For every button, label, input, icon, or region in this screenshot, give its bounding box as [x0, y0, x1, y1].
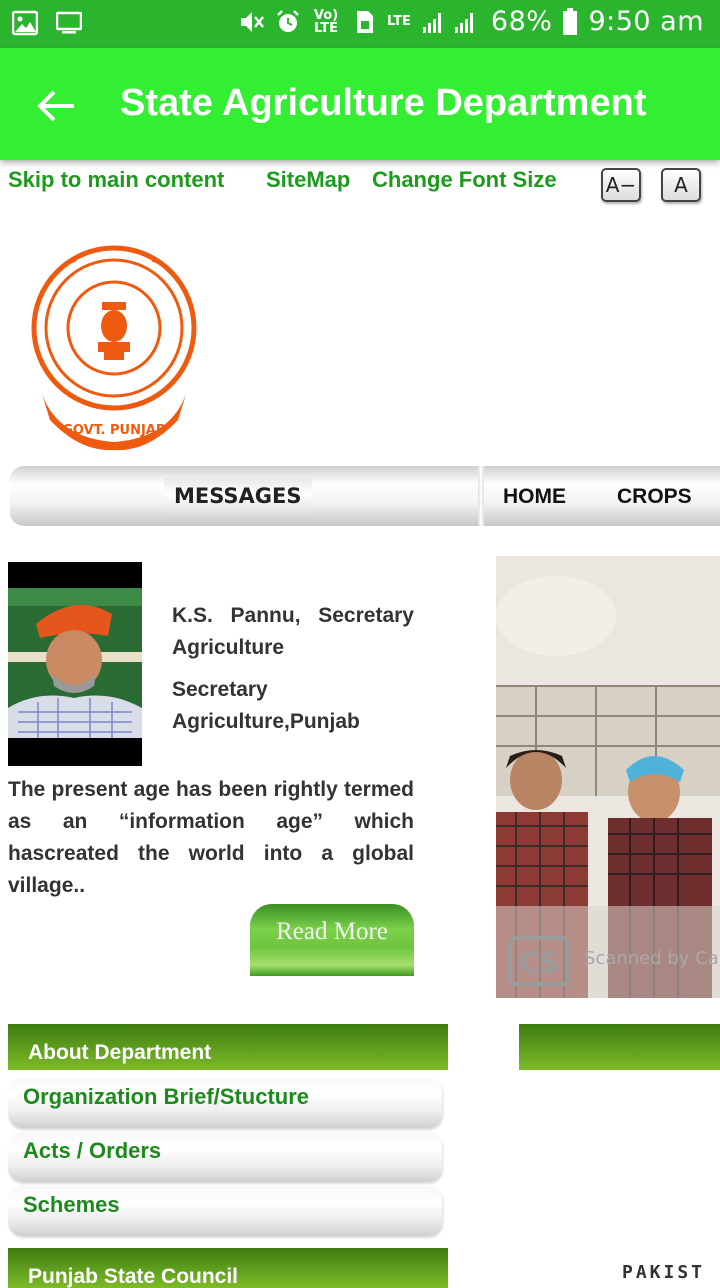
nav-bar [10, 466, 720, 526]
font-normal-button[interactable]: A [661, 168, 701, 202]
image-icon [12, 10, 38, 36]
secretary-portrait [8, 562, 142, 766]
right-section-header [519, 1024, 720, 1070]
sim-icon [357, 10, 374, 33]
punjab-govt-seal-logo: GOVT. PUNJAB [31, 245, 197, 451]
about-department-header: About Department [8, 1024, 448, 1070]
nav-home[interactable]: HOME [503, 485, 566, 509]
volte-label: Vo) LTE [313, 7, 339, 36]
status-right: Vo) LTE LTE 68% 9:50 am [239, 6, 704, 37]
status-left [12, 10, 82, 36]
mute-icon [241, 11, 265, 32]
sitemap-link[interactable]: SiteMap [266, 167, 350, 193]
signal-icon [422, 12, 473, 33]
watermark-logo: CS [518, 946, 559, 979]
change-font-size-label[interactable]: Change Font Size [372, 167, 557, 193]
app-bar: State Agriculture Department [0, 48, 720, 160]
status-bar: Vo) LTE LTE 68% 9:50 am [0, 0, 720, 48]
nav-messages[interactable]: MESSAGES [164, 478, 312, 514]
skip-to-main-link[interactable]: Skip to main content [8, 167, 224, 193]
message-author-role: Secretary Agriculture,Punjab [172, 678, 360, 733]
nav-divider [478, 466, 484, 526]
lte-label: LTE [387, 14, 411, 29]
app-title: State Agriculture Department [120, 82, 647, 124]
seal-text: GOVT. PUNJAB [62, 423, 166, 438]
message-author-name: K.S. Pannu, Secretary Agriculture [172, 604, 414, 659]
arrow-left-icon[interactable] [32, 82, 80, 130]
menu-item-schemes[interactable]: Schemes [8, 1186, 442, 1236]
nav-crops[interactable]: CROPS [617, 485, 692, 509]
clock: 9:50 am [588, 6, 704, 37]
punjab-state-council-header: Punjab State Council [8, 1248, 448, 1288]
watermark-text: Scanned by CamScanner [584, 948, 720, 969]
font-decrease-button[interactable]: A− [601, 168, 641, 202]
menu-item-organization[interactable]: Organization Brief/Stucture [8, 1078, 442, 1128]
read-more-button[interactable]: Read More [250, 904, 414, 976]
battery-percent: 68% [490, 6, 553, 37]
message-body: The present age has been rightly termed … [8, 778, 414, 897]
battery-icon [563, 7, 578, 35]
monitor-icon [56, 11, 82, 34]
news-photo: CS Scanned by CamScanner [496, 556, 720, 998]
alarm-icon [277, 9, 299, 32]
menu-item-acts-orders[interactable]: Acts / Orders [8, 1132, 442, 1182]
